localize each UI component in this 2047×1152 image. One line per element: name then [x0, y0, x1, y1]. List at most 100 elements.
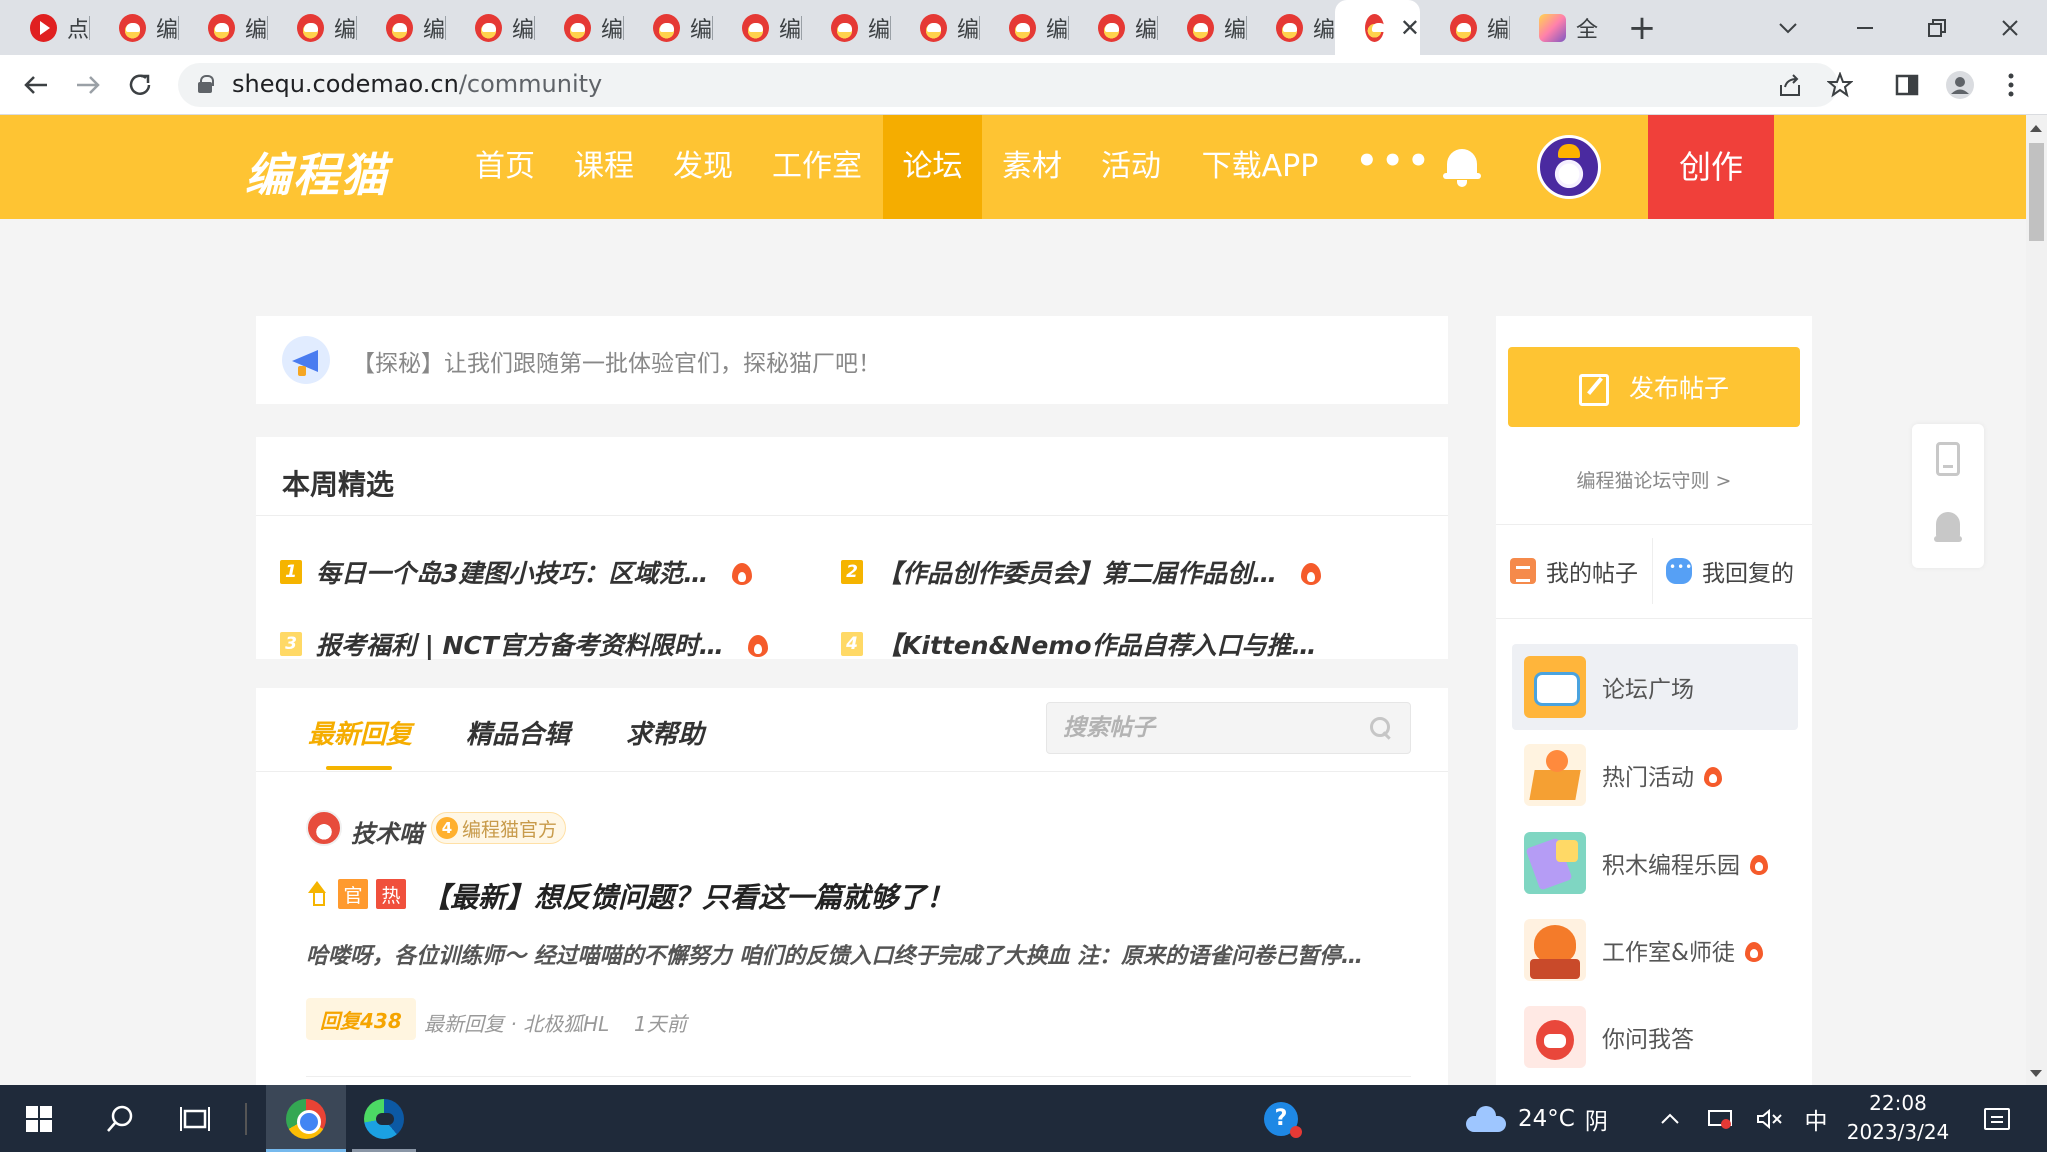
nav-more-icon[interactable]: •••	[1356, 115, 1433, 219]
nav-activities[interactable]: 活动	[1086, 115, 1176, 219]
browser-tab[interactable]: 编	[445, 0, 534, 55]
url-text[interactable]: shequ.codemao.cn/community	[232, 70, 602, 98]
browser-tab[interactable]: 编	[267, 0, 356, 55]
share-icon[interactable]	[1774, 69, 1806, 101]
browser-tab[interactable]: 编	[979, 0, 1068, 55]
chrome-taskbar-button[interactable]	[266, 1085, 346, 1152]
sidebar-item-qa[interactable]: 你问我答	[1512, 994, 1798, 1080]
search-taskbar-icon[interactable]	[90, 1085, 150, 1152]
browser-tab-active[interactable]: ✕	[1335, 0, 1420, 55]
nav-download-app[interactable]: 下载APP	[1190, 115, 1330, 219]
new-tab-button[interactable]: +	[1622, 8, 1662, 48]
tab-help[interactable]: 求帮助	[626, 714, 704, 751]
fire-icon	[1704, 763, 1722, 787]
browser-tab[interactable]: 编	[1246, 0, 1335, 55]
scrollbar-thumb[interactable]	[2029, 143, 2044, 241]
user-avatar[interactable]	[1537, 135, 1601, 199]
browser-tab[interactable]: 全	[1509, 0, 1598, 55]
nav-materials[interactable]: 素材	[987, 115, 1077, 219]
lock-icon[interactable]	[198, 75, 214, 93]
input-method-indicator[interactable]: 中	[1796, 1085, 1836, 1152]
task-view-icon[interactable]	[165, 1085, 225, 1152]
browser-tab[interactable]: 编	[623, 0, 712, 55]
sidebar-item-studio-mentors[interactable]: 工作室&师徒	[1512, 907, 1798, 993]
nav-home[interactable]: 首页	[460, 115, 550, 219]
address-bar[interactable]: shequ.codemao.cn/community	[178, 63, 1853, 107]
create-button[interactable]: 创作	[1648, 115, 1774, 219]
forum-rules-link[interactable]: 编程猫论坛守则 >	[1496, 466, 1812, 493]
show-hidden-icons-chevron-icon[interactable]	[1652, 1085, 1688, 1152]
close-tab-icon[interactable]: ✕	[1400, 14, 1420, 42]
browser-tab[interactable]: 编	[712, 0, 801, 55]
post-title[interactable]: 【最新】想反馈问题？只看这一篇就够了！	[422, 876, 954, 916]
nav-courses[interactable]: 课程	[559, 115, 649, 219]
browser-tab[interactable]: 编	[1157, 0, 1246, 55]
close-window-icon[interactable]	[1985, 0, 2035, 55]
notification-bell-icon[interactable]	[1443, 145, 1481, 187]
forward-arrow-icon[interactable]	[68, 65, 108, 105]
bell-icon[interactable]	[1934, 512, 1962, 546]
my-replies-link[interactable]: 我回复的	[1666, 551, 1794, 591]
start-button[interactable]	[0, 1085, 78, 1152]
scroll-up-arrow-icon[interactable]	[2030, 125, 2042, 132]
minimize-window-icon[interactable]	[1840, 0, 1890, 55]
browser-tab[interactable]: 编	[534, 0, 623, 55]
nav-studio[interactable]: 工作室	[757, 115, 877, 219]
notice-card[interactable]: 【探秘】让我们跟随第一批体验官们，探秘猫厂吧！	[256, 316, 1448, 404]
browser-tab[interactable]: 编	[178, 0, 267, 55]
weekly-pick-item[interactable]: 1 每日一个岛3建图小技巧：区域范…	[280, 552, 753, 592]
mobile-phone-icon[interactable]	[1936, 442, 1960, 476]
nav-forum[interactable]: 论坛	[883, 115, 982, 219]
weather-widget[interactable]: 24°C 阴	[1466, 1085, 1646, 1152]
bookmark-star-icon[interactable]	[1824, 69, 1856, 101]
reload-icon[interactable]	[120, 65, 160, 105]
search-input[interactable]	[1063, 713, 1353, 743]
search-icon[interactable]	[1370, 717, 1392, 739]
tab-title: 编	[600, 17, 623, 43]
volume-muted-icon[interactable]	[1750, 1085, 1790, 1152]
browser-tab[interactable]: 编	[1420, 0, 1509, 55]
browser-tab[interactable]: 编	[801, 0, 890, 55]
weekly-pick-item[interactable]: 4 【Kitten&Nemo作品自荐入口与推…	[841, 624, 1317, 664]
sidebar-item-block-coding[interactable]: 积木编程乐园	[1512, 820, 1798, 906]
level-badge: 4	[436, 817, 458, 839]
post-search[interactable]	[1046, 702, 1411, 754]
side-panel-icon[interactable]	[1890, 68, 1924, 102]
browser-menu-icon[interactable]	[1994, 68, 2028, 102]
windows-taskbar: ? 24°C 阴 中 22:08 2023/3/24	[0, 1085, 2047, 1152]
post-author-name[interactable]: 技术喵	[351, 814, 423, 849]
browser-tab[interactable]: 编	[356, 0, 445, 55]
edge-taskbar-button[interactable]	[346, 1085, 422, 1152]
help-tray-icon[interactable]: ?	[1258, 1085, 1304, 1152]
tab-featured[interactable]: 精品合辑	[466, 714, 570, 751]
publish-post-button[interactable]: 发布帖子	[1508, 347, 1800, 427]
post-author-avatar[interactable]	[306, 810, 342, 846]
restore-window-icon[interactable]	[1912, 0, 1962, 55]
profile-icon[interactable]	[1943, 68, 1977, 102]
sidebar-item-forum-square[interactable]: 论坛广场	[1512, 644, 1798, 730]
weekly-pick-item[interactable]: 3 报考福利 | NCT官方备考资料限时…	[280, 624, 768, 664]
block-coding-icon	[1524, 832, 1586, 894]
browser-tab[interactable]: 编	[1068, 0, 1157, 55]
page-scrollbar[interactable]	[2026, 115, 2047, 1085]
tab-latest-replies[interactable]: 最新回复	[308, 714, 412, 751]
browser-tab[interactable]: 点	[0, 0, 89, 55]
action-center-button[interactable]	[1972, 1085, 2022, 1152]
network-icon[interactable]	[1700, 1085, 1740, 1152]
post-excerpt[interactable]: 哈喽呀，各位训练师～ 经过喵喵的不懈努力 咱们的反馈入口终于完成了大换血 注：原…	[306, 938, 1411, 970]
scroll-down-arrow-icon[interactable]	[2030, 1070, 2042, 1077]
back-arrow-icon[interactable]	[16, 65, 56, 105]
divider	[306, 1076, 1411, 1077]
sidebar-item-hot-activities[interactable]: 热门活动	[1512, 732, 1798, 818]
tab-title: 编	[1312, 17, 1335, 43]
nav-discover[interactable]: 发现	[658, 115, 748, 219]
tab-search-chevron-icon[interactable]	[1768, 0, 1808, 55]
my-posts-link[interactable]: 我的帖子	[1510, 551, 1638, 591]
weekly-pick-item[interactable]: 2 【作品创作委员会】第二届作品创…	[841, 552, 1322, 592]
browser-tab[interactable]: 编	[890, 0, 979, 55]
tab-title: 编	[1486, 17, 1509, 43]
browser-tab[interactable]: 编	[89, 0, 178, 55]
site-logo[interactable]: 编程猫	[245, 139, 389, 205]
system-clock[interactable]: 22:08 2023/3/24	[1838, 1089, 1958, 1147]
notice-text[interactable]: 【探秘】让我们跟随第一批体验官们，探秘猫厂吧！	[352, 344, 881, 378]
